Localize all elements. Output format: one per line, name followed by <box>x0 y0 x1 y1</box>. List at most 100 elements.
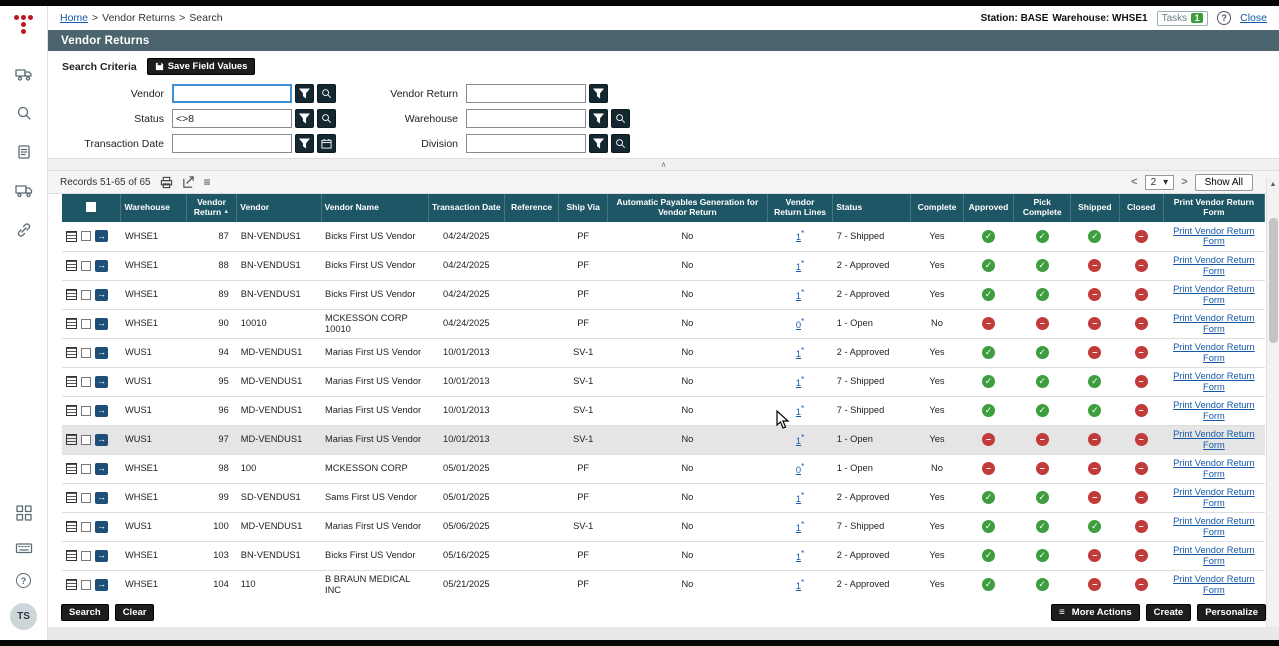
row-open-icon[interactable]: → <box>95 550 108 562</box>
table-row[interactable]: →WHSE1103BN-VENDUS1Bicks First US Vendor… <box>62 541 1265 570</box>
vendor-filter-button[interactable] <box>295 84 314 103</box>
row-detail-icon[interactable] <box>66 231 77 242</box>
col-complete[interactable]: Complete <box>911 194 964 222</box>
col-reference[interactable]: Reference <box>504 194 559 222</box>
row-detail-icon[interactable] <box>66 347 77 358</box>
row-open-icon[interactable]: → <box>95 260 108 272</box>
personalize-button[interactable]: Personalize <box>1197 604 1266 621</box>
row-checkbox[interactable] <box>81 522 91 532</box>
collapse-search-button[interactable]: ∧ <box>48 158 1279 171</box>
show-all-button[interactable]: Show All <box>1195 174 1253 191</box>
transaction-date-calendar-button[interactable] <box>317 134 336 153</box>
table-row[interactable]: →WHSE198100MCKESSON CORP05/01/2025PFNo0*… <box>62 454 1265 483</box>
page-help-icon[interactable]: ? <box>1217 11 1231 25</box>
row-detail-icon[interactable] <box>66 579 77 590</box>
table-row[interactable]: →WUS196MD-VENDUS1Marias First US Vendor1… <box>62 396 1265 425</box>
col-print-form[interactable]: Print Vendor Return Form <box>1163 194 1264 222</box>
table-row[interactable]: →WHSE188BN-VENDUS1Bicks First US Vendor0… <box>62 251 1265 280</box>
row-detail-icon[interactable] <box>66 289 77 300</box>
row-open-icon[interactable]: → <box>95 405 108 417</box>
vendor-return-input[interactable] <box>466 84 586 103</box>
row-detail-icon[interactable] <box>66 376 77 387</box>
print-vendor-return-form-link[interactable]: Print Vendor Return Form <box>1173 574 1255 595</box>
list-options-icon[interactable]: ≡ <box>204 175 211 189</box>
print-vendor-return-form-link[interactable]: Print Vendor Return Form <box>1173 516 1255 537</box>
help-icon[interactable]: ? <box>16 573 31 588</box>
select-all-checkbox[interactable] <box>86 202 96 212</box>
scroll-up-icon[interactable]: ▲ <box>1270 178 1277 190</box>
row-open-icon[interactable]: → <box>95 434 108 446</box>
page-select-dropdown[interactable]: 2 ▾ <box>1145 175 1175 190</box>
col-shipped[interactable]: Shipped <box>1071 194 1119 222</box>
row-checkbox[interactable] <box>81 406 91 416</box>
vendor-return-filter-button[interactable] <box>589 84 608 103</box>
row-open-icon[interactable]: → <box>95 492 108 504</box>
table-row[interactable]: →WUS1100MD-VENDUS1Marias First US Vendor… <box>62 512 1265 541</box>
prev-page-button[interactable]: < <box>1131 176 1137 188</box>
status-lookup-button[interactable] <box>317 109 336 128</box>
col-closed[interactable]: Closed <box>1119 194 1163 222</box>
row-detail-icon[interactable] <box>66 318 77 329</box>
division-lookup-button[interactable] <box>611 134 630 153</box>
print-vendor-return-form-link[interactable]: Print Vendor Return Form <box>1173 284 1255 305</box>
truck-icon[interactable] <box>14 64 34 84</box>
col-warehouse[interactable]: Warehouse <box>121 194 186 222</box>
col-transaction-date[interactable]: Transaction Date <box>428 194 504 222</box>
table-row[interactable]: →WHSE199SD-VENDUS1Sams First US Vendor05… <box>62 483 1265 512</box>
col-status[interactable]: Status <box>833 194 911 222</box>
vendor-input[interactable] <box>172 84 292 103</box>
row-checkbox[interactable] <box>81 551 91 561</box>
col-ship-via[interactable]: Ship Via <box>559 194 607 222</box>
print-vendor-return-form-link[interactable]: Print Vendor Return Form <box>1173 545 1255 566</box>
user-avatar[interactable]: TS <box>10 603 37 630</box>
scrollbar-thumb[interactable] <box>1269 218 1278 343</box>
warehouse-lookup-button[interactable] <box>611 109 630 128</box>
col-vendor-name[interactable]: Vendor Name <box>321 194 428 222</box>
division-filter-button[interactable] <box>589 134 608 153</box>
col-approved[interactable]: Approved <box>963 194 1014 222</box>
print-icon[interactable] <box>160 176 173 189</box>
row-detail-icon[interactable] <box>66 492 77 503</box>
col-vendor-return-lines[interactable]: Vendor Return Lines <box>767 194 832 222</box>
row-open-icon[interactable]: → <box>95 521 108 533</box>
link-icon[interactable] <box>14 220 34 240</box>
row-checkbox[interactable] <box>81 231 91 241</box>
vendor-lookup-button[interactable] <box>317 84 336 103</box>
print-vendor-return-form-link[interactable]: Print Vendor Return Form <box>1173 255 1255 276</box>
create-button[interactable]: Create <box>1146 604 1192 621</box>
print-vendor-return-form-link[interactable]: Print Vendor Return Form <box>1173 458 1255 479</box>
row-checkbox[interactable] <box>81 435 91 445</box>
row-open-icon[interactable]: → <box>95 579 108 591</box>
print-vendor-return-form-link[interactable]: Print Vendor Return Form <box>1173 400 1255 421</box>
table-row[interactable]: →WHSE19010010MCKESSON CORP 1001004/24/20… <box>62 309 1265 338</box>
table-row[interactable]: →WHSE189BN-VENDUS1Bicks First US Vendor0… <box>62 280 1265 309</box>
division-input[interactable] <box>466 134 586 153</box>
keyboard-icon[interactable] <box>14 538 34 558</box>
clear-button[interactable]: Clear <box>115 604 155 621</box>
table-row[interactable]: →WUS197MD-VENDUS1Marias First US Vendor1… <box>62 425 1265 454</box>
print-vendor-return-form-link[interactable]: Print Vendor Return Form <box>1173 342 1255 363</box>
row-checkbox[interactable] <box>81 377 91 387</box>
breadcrumb-home-link[interactable]: Home <box>60 12 88 24</box>
print-vendor-return-form-link[interactable]: Print Vendor Return Form <box>1173 371 1255 392</box>
row-checkbox[interactable] <box>81 290 91 300</box>
vertical-scrollbar[interactable]: ▲ <box>1266 178 1279 627</box>
row-open-icon[interactable]: → <box>95 318 108 330</box>
save-field-values-button[interactable]: Save Field Values <box>147 58 256 75</box>
transaction-date-input[interactable] <box>172 134 292 153</box>
status-filter-button[interactable] <box>295 109 314 128</box>
row-open-icon[interactable]: → <box>95 230 108 242</box>
row-detail-icon[interactable] <box>66 434 77 445</box>
col-vendor-return[interactable]: Vendor Return▲ <box>186 194 237 222</box>
print-vendor-return-form-link[interactable]: Print Vendor Return Form <box>1173 226 1255 247</box>
delivery-truck-icon[interactable] <box>14 181 34 201</box>
apps-grid-icon[interactable] <box>14 503 34 523</box>
status-input[interactable] <box>172 109 292 128</box>
app-logo[interactable] <box>14 15 33 34</box>
next-page-button[interactable]: > <box>1181 176 1187 188</box>
row-detail-icon[interactable] <box>66 521 77 532</box>
row-detail-icon[interactable] <box>66 550 77 561</box>
row-checkbox[interactable] <box>81 348 91 358</box>
print-vendor-return-form-link[interactable]: Print Vendor Return Form <box>1173 487 1255 508</box>
row-open-icon[interactable]: → <box>95 347 108 359</box>
